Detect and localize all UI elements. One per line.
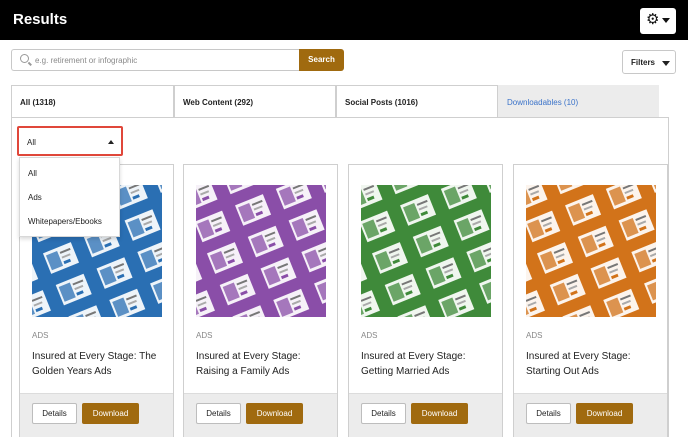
dropdown-option-all[interactable]: All bbox=[28, 169, 37, 178]
chevron-down-icon bbox=[662, 18, 670, 23]
result-card: ADS Insured at Every Stage: Starting Out… bbox=[513, 164, 668, 437]
card-footer: Details Download bbox=[184, 393, 337, 437]
tab-social-posts[interactable]: Social Posts (1016) bbox=[336, 85, 498, 118]
caret-up-icon bbox=[108, 140, 114, 144]
search-field[interactable] bbox=[11, 49, 299, 71]
details-button[interactable]: Details bbox=[196, 403, 241, 424]
filters-button[interactable]: Filters bbox=[622, 50, 676, 74]
tab-web-content[interactable]: Web Content (292) bbox=[174, 85, 336, 118]
card-tag: ADS bbox=[32, 331, 49, 340]
ad-preview-graphic bbox=[361, 185, 491, 317]
select-value: All bbox=[27, 138, 36, 147]
card-tag: ADS bbox=[196, 331, 213, 340]
details-button[interactable]: Details bbox=[361, 403, 406, 424]
header-bar: Results ⚙ bbox=[0, 0, 688, 40]
card-footer: Details Download bbox=[349, 393, 502, 437]
tab-downloadables[interactable]: Downloadables (10) bbox=[498, 85, 659, 118]
dropdown-option-whitepapers[interactable]: Whitepapers/Ebooks bbox=[28, 217, 102, 226]
tab-label: All (1318) bbox=[20, 98, 56, 107]
settings-button[interactable]: ⚙ bbox=[640, 8, 676, 34]
download-button[interactable]: Download bbox=[246, 403, 303, 424]
card-title[interactable]: Insured at Every Stage: Starting Out Ads bbox=[526, 349, 661, 379]
card-thumbnail[interactable] bbox=[196, 185, 326, 317]
caret-down-icon bbox=[662, 61, 670, 66]
tab-label: Web Content (292) bbox=[183, 98, 254, 107]
tab-all[interactable]: All (1318) bbox=[11, 85, 174, 118]
result-card: ADS Insured at Every Stage: Raising a Fa… bbox=[183, 164, 338, 437]
details-button[interactable]: Details bbox=[526, 403, 571, 424]
ad-preview-graphic bbox=[526, 185, 656, 317]
tab-label: Social Posts (1016) bbox=[345, 98, 418, 107]
card-tag: ADS bbox=[361, 331, 378, 340]
card-title[interactable]: Insured at Every Stage: Raising a Family… bbox=[196, 349, 331, 379]
download-button[interactable]: Download bbox=[576, 403, 633, 424]
search-input[interactable] bbox=[35, 52, 295, 68]
download-button[interactable]: Download bbox=[82, 403, 139, 424]
gear-icon: ⚙ bbox=[646, 11, 660, 28]
card-title[interactable]: Insured at Every Stage: The Golden Years… bbox=[32, 349, 167, 379]
type-filter-select[interactable]: All bbox=[17, 126, 123, 156]
search-button[interactable]: Search bbox=[299, 49, 344, 71]
ad-preview-graphic bbox=[196, 185, 326, 317]
download-button[interactable]: Download bbox=[411, 403, 468, 424]
details-button[interactable]: Details bbox=[32, 403, 77, 424]
card-thumbnail[interactable] bbox=[361, 185, 491, 317]
card-title[interactable]: Insured at Every Stage: Getting Married … bbox=[361, 349, 496, 379]
filters-label: Filters bbox=[631, 58, 656, 67]
page-title: Results bbox=[13, 11, 68, 28]
result-card: ADS Insured at Every Stage: Getting Marr… bbox=[348, 164, 503, 437]
card-tag: ADS bbox=[526, 331, 543, 340]
card-thumbnail[interactable] bbox=[526, 185, 656, 317]
dropdown-option-ads[interactable]: Ads bbox=[28, 193, 42, 202]
card-footer: Details Download bbox=[20, 393, 173, 437]
tab-label: Downloadables (10) bbox=[507, 98, 579, 107]
search-icon bbox=[20, 54, 29, 63]
type-filter-dropdown: All Ads Whitepapers/Ebooks bbox=[19, 157, 120, 237]
card-footer: Details Download bbox=[514, 393, 667, 437]
